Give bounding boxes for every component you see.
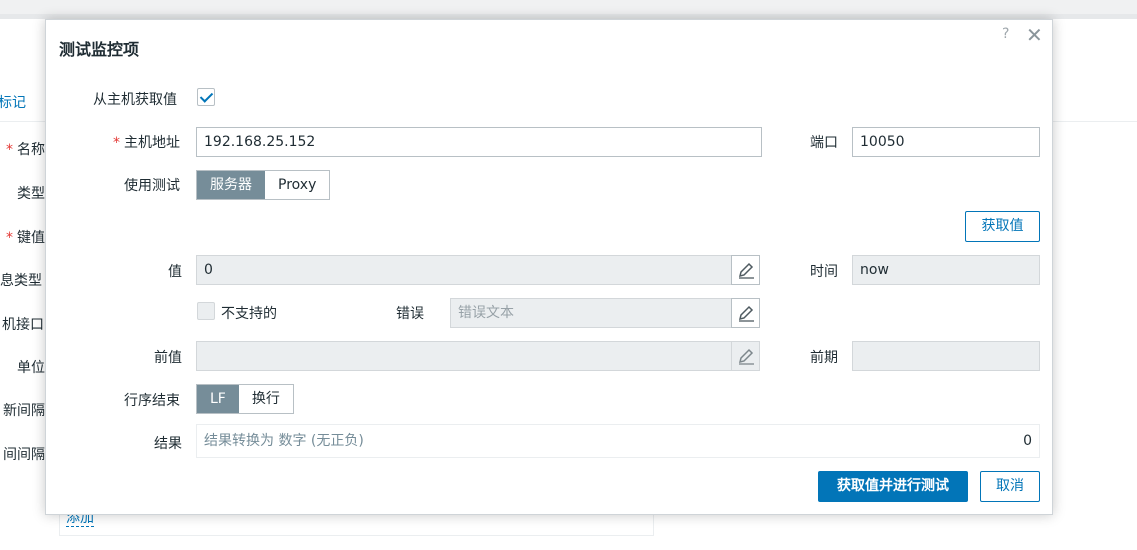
host-address-label-text: 主机地址 — [124, 135, 180, 151]
tab-tags[interactable]: 标记 — [0, 92, 26, 112]
test-item-dialog: 测试监控项 ? ✕ 从主机获取值 * 主机地址 192.168.25.152 端口… — [45, 19, 1053, 515]
bg-field-type: 类型 — [17, 183, 45, 203]
bg-field-info-type: 息类型 — [0, 270, 42, 290]
eol-crlf-option[interactable]: 换行 — [238, 385, 293, 413]
help-icon[interactable]: ? — [1002, 26, 1009, 42]
test-with-server-option[interactable]: 服务器 — [197, 171, 265, 199]
not-supported-checkbox[interactable] — [197, 302, 215, 320]
bg-field-custom-interval: 间间隔 — [3, 444, 45, 464]
bg-field-host-interface: 机接口 — [2, 314, 44, 334]
error-field: 错误文本 — [450, 298, 732, 328]
bg-label-info-type: 息类型 — [0, 273, 42, 289]
dialog-title: 测试监控项 — [59, 40, 140, 59]
bg-field-key: * 键值 — [6, 227, 45, 247]
prev-time-label: 前期 — [810, 350, 838, 366]
bg-label-host-interface: 机接口 — [2, 317, 44, 333]
error-edit-button[interactable] — [731, 298, 760, 328]
not-supported-label: 不支持的 — [221, 306, 277, 322]
value-label: 值 — [168, 264, 182, 280]
prev-value-edit-button — [731, 341, 760, 371]
result-box: 结果转换为 数字 (无正负) 0 — [196, 424, 1040, 458]
time-label: 时间 — [810, 264, 838, 280]
eol-toggle: LF 换行 — [196, 384, 294, 414]
prev-time-field — [852, 341, 1040, 371]
eol-label: 行序结束 — [124, 393, 180, 409]
close-icon[interactable]: ✕ — [1026, 23, 1043, 47]
page-header-bar — [0, 0, 1137, 14]
pencil-icon — [738, 305, 754, 322]
pencil-icon — [738, 348, 754, 365]
bg-label-update-interval: 新间隔 — [3, 403, 45, 419]
cancel-button[interactable]: 取消 — [980, 471, 1040, 502]
result-label: 结果 — [154, 436, 182, 452]
bg-field-name: * 名称 — [6, 139, 45, 159]
bg-label-units: 单位 — [17, 360, 45, 376]
get-value-and-test-button[interactable]: 获取值并进行测试 — [818, 471, 968, 502]
bg-label-type: 类型 — [17, 186, 45, 202]
bg-label-key: 键值 — [17, 230, 45, 246]
required-mark: * — [6, 142, 13, 158]
prev-value-label: 前值 — [154, 350, 182, 366]
pencil-icon — [738, 262, 754, 279]
required-mark: * — [113, 135, 120, 151]
test-with-proxy-option[interactable]: Proxy — [265, 171, 330, 199]
test-with-toggle: 服务器 Proxy — [196, 170, 331, 200]
get-from-host-label: 从主机获取值 — [93, 92, 177, 108]
host-address-label: * 主机地址 — [113, 132, 180, 152]
required-mark: * — [6, 230, 13, 246]
get-from-host-checkbox[interactable] — [197, 88, 215, 106]
bg-field-update-interval: 新间隔 — [3, 400, 45, 420]
prev-value-field — [196, 341, 732, 371]
result-value: 0 — [1023, 433, 1032, 449]
result-conversion-text: 结果转换为 数字 (无正负) — [204, 433, 364, 449]
time-field: now — [852, 255, 1040, 285]
get-value-button[interactable]: 获取值 — [965, 211, 1040, 242]
eol-lf-option[interactable]: LF — [197, 385, 239, 413]
bg-label-custom-interval: 间间隔 — [3, 447, 45, 463]
port-input[interactable]: 10050 — [852, 127, 1040, 157]
value-edit-button[interactable] — [731, 255, 760, 285]
error-label: 错误 — [396, 306, 424, 322]
bg-label-name: 名称 — [17, 142, 45, 158]
host-address-input[interactable]: 192.168.25.152 — [196, 127, 762, 157]
bg-field-units: 单位 — [17, 357, 45, 377]
value-field: 0 — [196, 255, 732, 285]
port-label: 端口 — [810, 135, 838, 151]
test-with-label: 使用测试 — [124, 178, 180, 194]
